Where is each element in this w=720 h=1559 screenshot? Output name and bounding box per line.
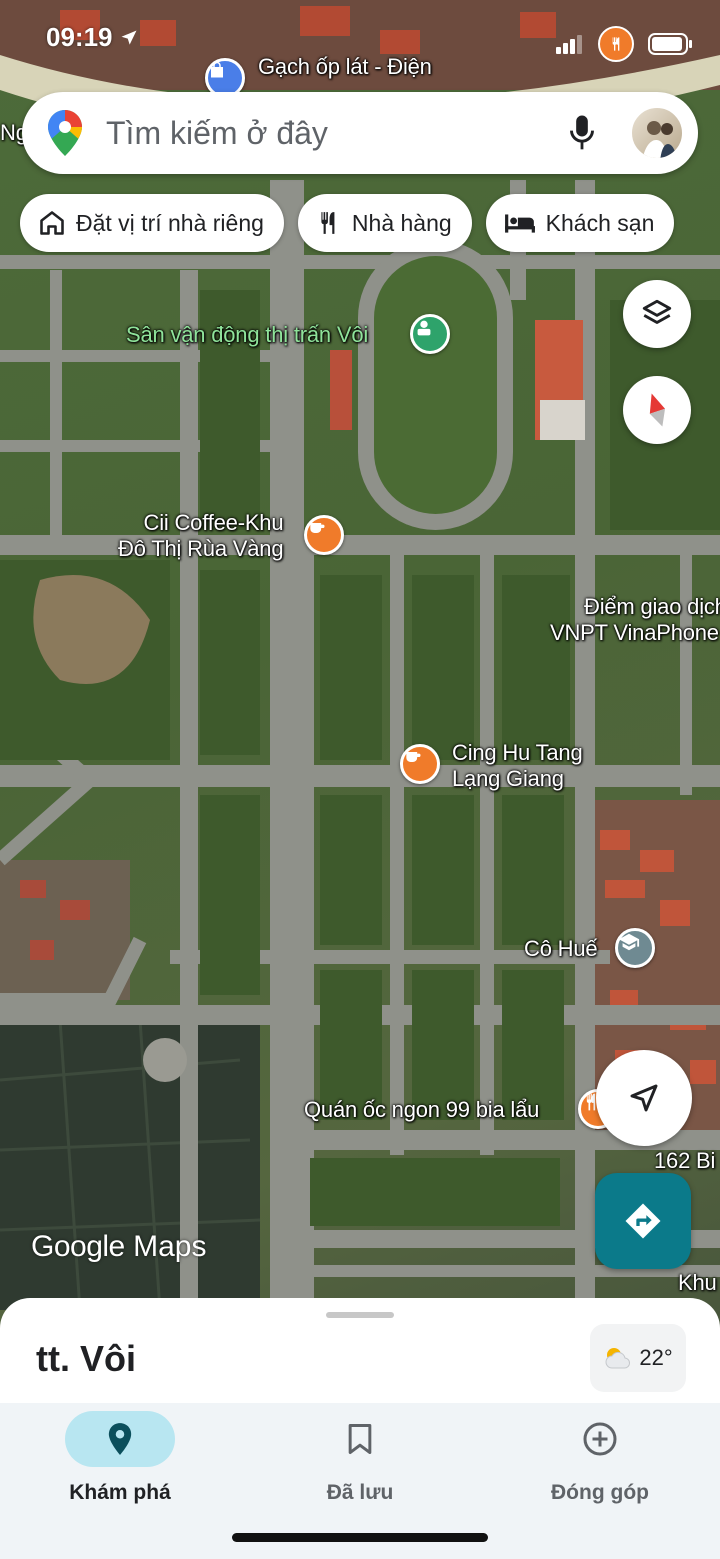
- status-bar-time: 09:19: [46, 22, 139, 53]
- coffee-icon[interactable]: [304, 515, 344, 555]
- restaurant-icon: [598, 26, 634, 62]
- home-icon: [40, 211, 64, 235]
- tab-explore[interactable]: Khám phá: [30, 1411, 210, 1505]
- nav-label: Khám phá: [69, 1481, 171, 1504]
- chip-restaurants[interactable]: Nhà hàng: [297, 194, 472, 252]
- restaurant-icon: [321, 212, 335, 234]
- navigation-arrow-icon: [630, 1084, 658, 1112]
- temperature: 22°: [639, 1345, 673, 1370]
- bottom-sheet[interactable]: tt. Vôi 22°: [0, 1298, 720, 1403]
- poi-label-line: Đô Thị Rùa Vàng: [118, 536, 284, 561]
- search-bar[interactable]: Tìm kiếm ở đây: [22, 92, 698, 174]
- nav-icon-container: [545, 1411, 655, 1467]
- chip-label: Đặt vị trí nhà riêng: [76, 209, 264, 236]
- nav-label: Đóng góp: [551, 1481, 649, 1504]
- school-icon[interactable]: [615, 928, 655, 968]
- clock: 09:19: [46, 22, 113, 52]
- google-maps-watermark: Google Maps: [31, 1230, 206, 1264]
- directions-button[interactable]: [595, 1173, 691, 1269]
- signal-icon: [556, 35, 582, 54]
- layers-icon: [642, 299, 672, 324]
- tab-saved[interactable]: Đã lưu: [270, 1411, 450, 1505]
- microphone-icon[interactable]: [568, 114, 596, 152]
- poi-label-line: Điểm giao dịch: [584, 594, 720, 619]
- directions-icon: [625, 1203, 661, 1239]
- poi-label-stadium[interactable]: Sân vận động thị trấn Vôi: [126, 322, 368, 348]
- compass-icon: [649, 393, 666, 427]
- poi-label: 162 Bi: [654, 1148, 716, 1173]
- stadium-icon[interactable]: [410, 314, 450, 354]
- poi-label-line: Lạng Giang: [452, 766, 564, 791]
- nav-icon-container: [305, 1411, 415, 1467]
- poi-label-line: Cing Hu Tang: [452, 740, 583, 765]
- poi-label-line: VNPT VinaPhone: [550, 620, 719, 645]
- poi-label-coffee[interactable]: Cing Hu Tang Lạng Giang: [452, 740, 583, 792]
- nav-icon-container: [65, 1411, 175, 1467]
- poi-label-restaurant[interactable]: Quán ốc ngon 99 bia lẩu: [304, 1097, 539, 1123]
- drag-handle[interactable]: [326, 1312, 394, 1318]
- add-circle-icon: [583, 1422, 617, 1456]
- location-pin-icon: [108, 1423, 132, 1455]
- poi-label-vnpt[interactable]: Điểm giao dịch VNPT VinaPhone: [550, 594, 720, 646]
- chip-label: Nhà hàng: [351, 209, 452, 236]
- google-maps-logo-icon: [48, 110, 82, 156]
- poi-label-coffee[interactable]: Cii Coffee-Khu Đô Thị Rùa Vàng: [118, 510, 284, 562]
- partly-cloudy-icon: [605, 1348, 631, 1369]
- poi-label: Khu: [678, 1270, 717, 1295]
- avatar[interactable]: [630, 106, 684, 160]
- coffee-icon[interactable]: [400, 744, 440, 784]
- poi-label-line: Cii Coffee-Khu: [143, 510, 284, 535]
- watermark-product: Maps: [133, 1230, 207, 1263]
- layers-button[interactable]: [623, 280, 691, 348]
- place-title: tt. Vôi: [36, 1338, 136, 1379]
- chip-set-home[interactable]: Đặt vị trí nhà riêng: [20, 194, 284, 252]
- search-input[interactable]: Tìm kiếm ở đây: [106, 115, 568, 152]
- chip-hotels[interactable]: Khách sạn: [485, 194, 675, 252]
- battery-icon: [648, 33, 692, 55]
- status-bar-right: [556, 26, 694, 62]
- watermark-brand: Google: [31, 1230, 125, 1263]
- weather-badge[interactable]: 22°: [590, 1324, 686, 1392]
- nav-label: Đã lưu: [326, 1481, 394, 1504]
- category-chips: Đặt vị trí nhà riêng Nhà hàng Khách sạn: [20, 194, 675, 252]
- my-location-button[interactable]: [596, 1050, 692, 1146]
- home-indicator[interactable]: [232, 1533, 488, 1542]
- hotel-icon: [504, 214, 535, 233]
- compass-button[interactable]: [623, 376, 691, 444]
- poi-label-school[interactable]: Cô Huế: [524, 936, 598, 962]
- bookmark-icon: [348, 1423, 372, 1455]
- poi-label[interactable]: Gạch ốp lát - Điện: [258, 54, 432, 80]
- location-arrow-icon: [121, 30, 136, 45]
- tab-contribute[interactable]: Đóng góp: [510, 1411, 690, 1505]
- chip-label: Khách sạn: [545, 209, 655, 236]
